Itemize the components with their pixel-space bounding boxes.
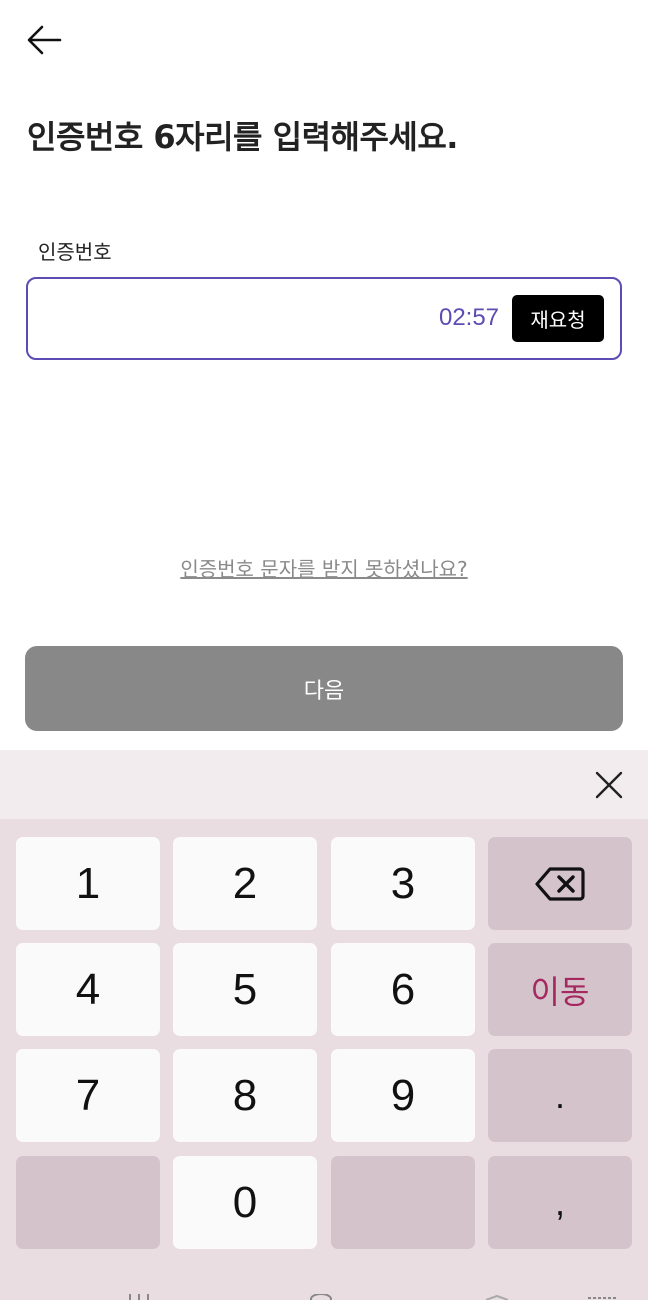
back-button[interactable]	[20, 18, 68, 62]
code-input[interactable]	[42, 295, 402, 343]
key-3[interactable]: 3	[331, 837, 475, 930]
key-8[interactable]: 8	[173, 1049, 317, 1142]
key-9[interactable]: 9	[331, 1049, 475, 1142]
numeric-keyboard: 1 2 3 4 5 6 이동 7 8 9 . 0 ,	[0, 750, 648, 1300]
key-6[interactable]: 6	[331, 943, 475, 1036]
page-title: 인증번호 6자리를 입력해주세요.	[27, 118, 458, 156]
key-1[interactable]: 1	[16, 837, 160, 930]
recent-apps-icon[interactable]	[126, 1294, 152, 1300]
key-2[interactable]: 2	[173, 837, 317, 930]
key-5[interactable]: 5	[173, 943, 317, 1036]
key-4[interactable]: 4	[16, 943, 160, 1036]
arrow-left-icon	[27, 25, 62, 55]
close-icon	[595, 771, 623, 799]
key-0[interactable]: 0	[173, 1156, 317, 1249]
system-navigation-bar	[0, 1284, 648, 1300]
key-comma[interactable]: ,	[488, 1156, 632, 1249]
key-7[interactable]: 7	[16, 1049, 160, 1142]
keyboard-close-button[interactable]	[588, 764, 630, 806]
code-field-label: 인증번호	[38, 240, 112, 264]
code-field: 02:57 재요청	[26, 277, 622, 360]
verification-screen: 인증번호 6자리를 입력해주세요. 인증번호 02:57 재요청 인증번호 문자…	[0, 0, 648, 1300]
next-button[interactable]: 다음	[25, 646, 623, 731]
keyboard-toolbar	[0, 750, 648, 819]
key-blank-left[interactable]	[16, 1156, 160, 1249]
key-move[interactable]: 이동	[488, 943, 632, 1036]
key-blank-right[interactable]	[331, 1156, 475, 1249]
home-icon[interactable]	[308, 1294, 334, 1300]
key-period[interactable]: .	[488, 1049, 632, 1142]
no-sms-help-link[interactable]: 인증번호 문자를 받지 못하셨나요?	[0, 553, 648, 582]
keyboard-switch-icon[interactable]	[586, 1294, 620, 1300]
backspace-icon	[535, 866, 585, 901]
resend-button[interactable]: 재요청	[512, 295, 604, 342]
countdown-timer: 02:57	[438, 304, 500, 331]
back-nav-icon[interactable]	[482, 1294, 512, 1300]
key-backspace[interactable]	[488, 837, 632, 930]
